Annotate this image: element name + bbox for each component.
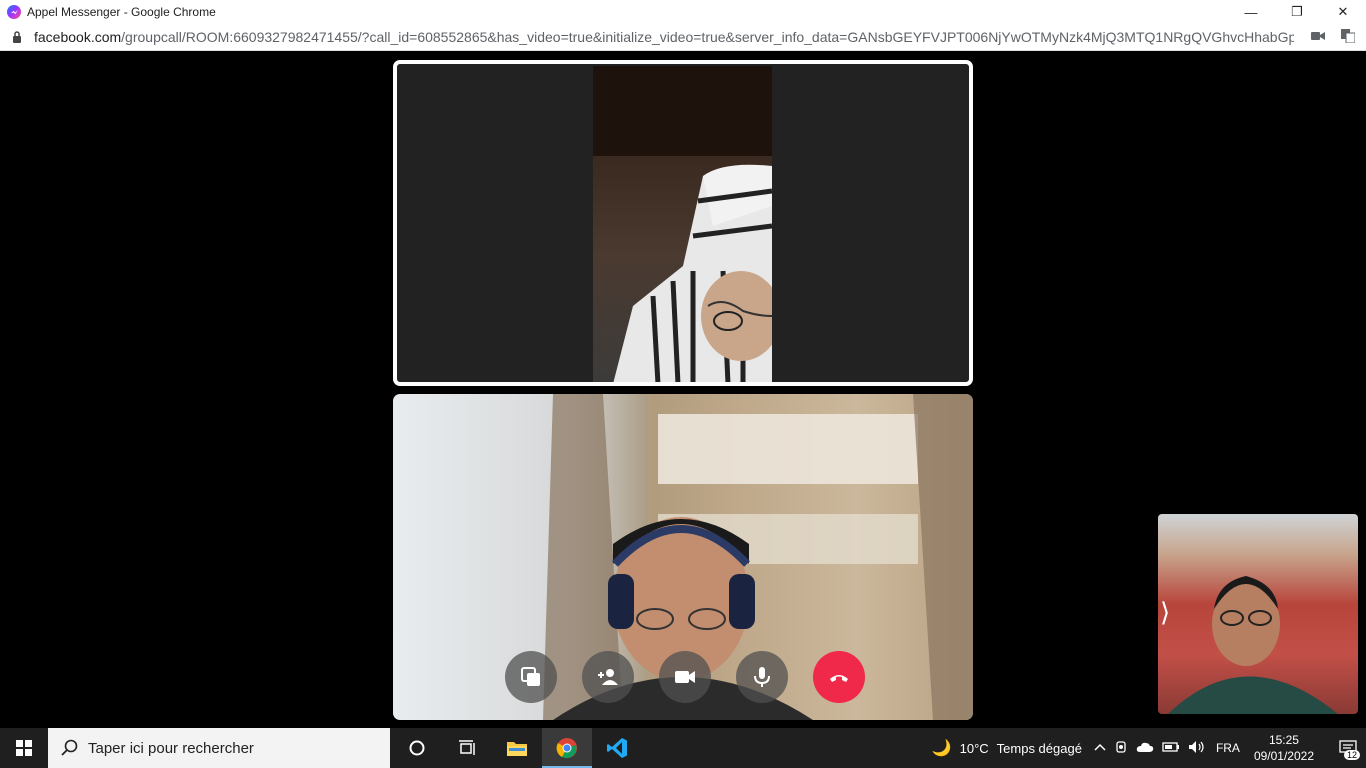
weather-description: Temps dégagé (996, 740, 1082, 756)
input-language[interactable]: FRA (1216, 741, 1240, 755)
battery-icon[interactable] (1162, 741, 1180, 756)
weather-temperature: 10°C (959, 740, 989, 756)
start-button[interactable] (0, 728, 48, 768)
address-bar[interactable]: facebook.com/groupcall/ROOM:660932798247… (0, 24, 1366, 51)
vscode-taskbar-button[interactable] (592, 728, 642, 768)
add-person-icon (598, 669, 618, 685)
remote-video-feed-1 (593, 66, 772, 382)
restore-button[interactable]: ❐ (1274, 0, 1320, 24)
cortana-button[interactable] (392, 728, 442, 768)
toggle-camera-button[interactable] (659, 651, 711, 703)
window-title: Appel Messenger - Google Chrome (27, 5, 216, 19)
action-center-button[interactable]: 12 (1330, 728, 1366, 768)
switch-view-icon (521, 667, 540, 686)
search-icon (60, 738, 80, 758)
lock-icon[interactable] (12, 30, 24, 44)
messenger-icon (7, 5, 21, 19)
remote-video-tile-active[interactable] (393, 60, 973, 386)
chrome-taskbar-button[interactable] (542, 728, 592, 768)
clock-time: 15:25 (1268, 733, 1299, 747)
weather-widget[interactable]: 🌙 10°C Temps dégagé (932, 738, 1082, 758)
url-text[interactable]: facebook.com/groupcall/ROOM:660932798247… (34, 29, 1294, 45)
microphone-icon (754, 667, 770, 687)
self-video-feed (1168, 576, 1338, 714)
volume-icon[interactable] (1188, 740, 1206, 757)
close-button[interactable]: ✕ (1320, 0, 1366, 24)
clock-date: 09/01/2022 (1253, 749, 1314, 763)
vscode-icon (607, 738, 627, 758)
folder-icon (507, 742, 527, 756)
minimize-button[interactable]: — (1228, 0, 1274, 24)
call-controls (505, 651, 865, 703)
chrome-icon (556, 738, 577, 759)
window-titlebar: Appel Messenger - Google Chrome — ❐ ✕ (0, 0, 1366, 24)
translate-icon[interactable] (1340, 28, 1356, 44)
windows-taskbar: Taper ici pour rechercher 🌙 10°C Temps d… (0, 728, 1366, 768)
toggle-mic-button[interactable] (736, 651, 788, 703)
cortana-icon (409, 740, 425, 756)
switch-view-button[interactable] (505, 651, 557, 703)
video-camera-icon (675, 671, 695, 683)
expand-chevron-icon[interactable]: ⟩ (1160, 598, 1170, 628)
camera-tray-icon[interactable] (1114, 740, 1128, 757)
task-view-icon (459, 740, 475, 755)
end-call-button[interactable] (813, 651, 865, 703)
system-tray: 🌙 10°C Temps dégagé FRA 15:25 09/01/2022… (932, 728, 1366, 768)
url-path: /groupcall/ROOM:6609327982471455/?call_i… (121, 29, 1294, 45)
file-explorer-button[interactable] (492, 728, 542, 768)
url-host: facebook.com (34, 29, 122, 45)
onedrive-icon[interactable] (1136, 741, 1154, 756)
self-view-tile[interactable] (1158, 514, 1358, 714)
moon-icon: 🌙 (931, 740, 952, 757)
hang-up-icon (830, 675, 848, 682)
notification-count-badge: 12 (1343, 750, 1360, 760)
windows-logo-icon (16, 740, 32, 756)
task-view-button[interactable] (442, 728, 492, 768)
system-clock[interactable]: 15:25 09/01/2022 (1254, 732, 1314, 764)
search-placeholder: Taper ici pour rechercher (88, 739, 254, 757)
chevron-up-icon[interactable] (1094, 741, 1106, 756)
camera-in-use-icon[interactable] (1310, 28, 1326, 44)
add-person-button[interactable] (582, 651, 634, 703)
taskbar-search-box[interactable]: Taper ici pour rechercher (48, 728, 390, 768)
